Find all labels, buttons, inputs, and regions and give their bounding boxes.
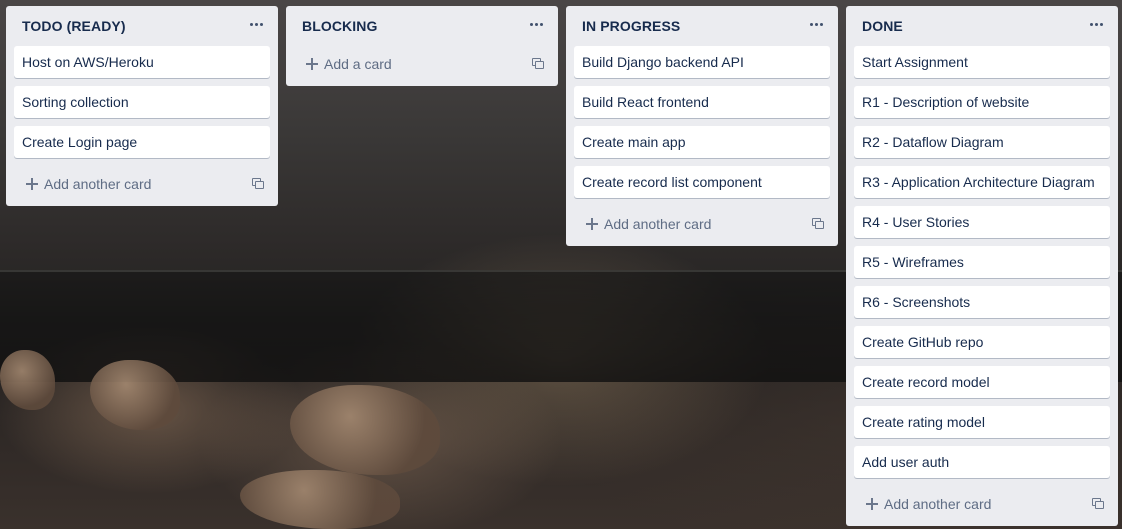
card-list: Host on AWS/Heroku Sorting collection Cr… (6, 46, 278, 158)
card-template-icon[interactable] (532, 58, 544, 69)
card[interactable]: Start Assignment (854, 46, 1110, 78)
card-template-icon[interactable] (1092, 498, 1104, 509)
add-card-button[interactable]: Add another card (574, 206, 830, 242)
list-title[interactable]: DONE (862, 18, 903, 34)
ellipsis-icon (809, 22, 823, 26)
list-header: BLOCKING (286, 6, 558, 46)
card[interactable]: R4 - User Stories (854, 206, 1110, 238)
add-card-label: Add a card (324, 56, 392, 72)
list-title[interactable]: IN PROGRESS (582, 18, 680, 34)
card-template-icon[interactable] (812, 218, 824, 229)
card[interactable]: R5 - Wireframes (854, 246, 1110, 278)
card-template-icon[interactable] (252, 178, 264, 189)
board: TODO (READY) Host on AWS/Heroku Sorting … (6, 6, 1118, 526)
ellipsis-icon (249, 22, 263, 26)
card[interactable]: R2 - Dataflow Diagram (854, 126, 1110, 158)
card[interactable]: Sorting collection (14, 86, 270, 118)
card[interactable]: Create rating model (854, 406, 1110, 438)
card[interactable]: Build Django backend API (574, 46, 830, 78)
add-card-button[interactable]: Add a card (294, 46, 550, 82)
add-card-button[interactable]: Add another card (854, 486, 1110, 522)
card[interactable]: Create Login page (14, 126, 270, 158)
plus-icon (26, 178, 38, 190)
list-blocking: BLOCKING Add a card (286, 6, 558, 86)
card[interactable]: Build React frontend (574, 86, 830, 118)
ellipsis-icon (1089, 22, 1103, 26)
card-list: Build Django backend API Build React fro… (566, 46, 838, 198)
card[interactable]: Create GitHub repo (854, 326, 1110, 358)
ellipsis-icon (529, 22, 543, 26)
list-menu-button[interactable] (804, 12, 828, 36)
list-in-progress: IN PROGRESS Build Django backend API Bui… (566, 6, 838, 246)
list-header: IN PROGRESS (566, 6, 838, 46)
list-header: DONE (846, 6, 1118, 46)
card[interactable]: R3 - Application Architecture Diagram (854, 166, 1110, 198)
list-menu-button[interactable] (244, 12, 268, 36)
card[interactable]: Create record list component (574, 166, 830, 198)
add-card-label: Add another card (884, 496, 992, 512)
card[interactable]: Host on AWS/Heroku (14, 46, 270, 78)
card[interactable]: Create record model (854, 366, 1110, 398)
card[interactable]: R1 - Description of website (854, 86, 1110, 118)
card[interactable]: Add user auth (854, 446, 1110, 478)
card[interactable]: R6 - Screenshots (854, 286, 1110, 318)
card[interactable]: Create main app (574, 126, 830, 158)
plus-icon (586, 218, 598, 230)
add-card-label: Add another card (44, 176, 152, 192)
card-list: Start Assignment R1 - Description of web… (846, 46, 1118, 478)
add-card-button[interactable]: Add another card (14, 166, 270, 202)
list-header: TODO (READY) (6, 6, 278, 46)
list-menu-button[interactable] (524, 12, 548, 36)
plus-icon (306, 58, 318, 70)
add-card-label: Add another card (604, 216, 712, 232)
plus-icon (866, 498, 878, 510)
list-title[interactable]: TODO (READY) (22, 18, 126, 34)
list-done: DONE Start Assignment R1 - Description o… (846, 6, 1118, 526)
list-menu-button[interactable] (1084, 12, 1108, 36)
list-todo-ready: TODO (READY) Host on AWS/Heroku Sorting … (6, 6, 278, 206)
list-title[interactable]: BLOCKING (302, 18, 377, 34)
